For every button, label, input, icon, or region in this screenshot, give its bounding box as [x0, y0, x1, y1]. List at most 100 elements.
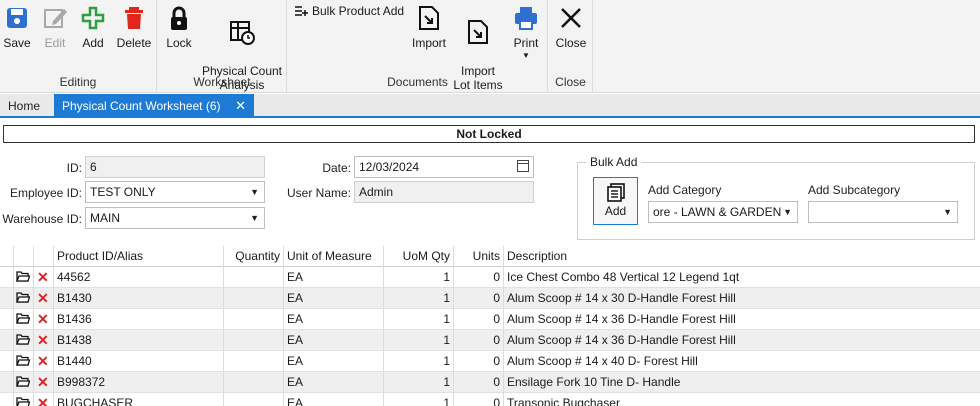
col-header-product[interactable]: Product ID/Alias	[54, 246, 224, 267]
table-row[interactable]: ✕ B998372 EA 1 0 Ensilage Fork 10 Tine D- Han…	[0, 372, 980, 393]
folder-open-icon[interactable]	[16, 313, 30, 324]
cell-uom-qty[interactable]: 1	[384, 288, 454, 309]
cell-uom[interactable]: EA	[284, 309, 384, 330]
tab-home[interactable]: Home	[0, 94, 50, 118]
table-row[interactable]: ✕ BUGCHASER EA 1 0 Transonic Bugchaser	[0, 393, 980, 406]
cell-uom-qty[interactable]: 1	[384, 267, 454, 288]
delete-button[interactable]: Delete	[114, 4, 154, 50]
col-header-uom[interactable]: Unit of Measure	[284, 246, 384, 267]
date-picker[interactable]: 12/03/2024	[354, 156, 534, 178]
cell-description[interactable]: Alum Scoop # 14 x 40 D- Forest Hill	[504, 351, 980, 372]
lock-icon	[171, 6, 187, 30]
cell-quantity[interactable]	[224, 288, 284, 309]
cell-product[interactable]: 44562	[54, 267, 224, 288]
col-header-units[interactable]: Units	[454, 246, 504, 267]
folder-open-icon[interactable]	[16, 376, 30, 387]
cell-quantity[interactable]	[224, 351, 284, 372]
add-button[interactable]: Add	[78, 4, 108, 50]
cell-quantity[interactable]	[224, 393, 284, 406]
table-row[interactable]: ✕ 44562 EA 1 0 Ice Chest Combo 48 Vertical 12…	[0, 267, 980, 288]
tab-physical-count-worksheet[interactable]: Physical Count Worksheet (6) ✕	[54, 94, 254, 118]
delete-row-icon[interactable]: ✕	[37, 309, 49, 330]
row-indicator[interactable]	[0, 330, 14, 351]
delete-row-icon[interactable]: ✕	[37, 288, 49, 309]
cell-uom[interactable]: EA	[284, 330, 384, 351]
cell-product[interactable]: B1440	[54, 351, 224, 372]
cell-quantity[interactable]	[224, 372, 284, 393]
bulk-add-button[interactable]: Add	[593, 177, 638, 225]
row-indicator[interactable]	[0, 288, 14, 309]
cell-units[interactable]: 0	[454, 372, 504, 393]
calendar-icon[interactable]	[517, 160, 529, 172]
cell-product[interactable]: B1436	[54, 309, 224, 330]
cell-units[interactable]: 0	[454, 288, 504, 309]
cell-description[interactable]: Alum Scoop # 14 x 36 D-Handle Forest Hil…	[504, 309, 980, 330]
row-indicator[interactable]	[0, 372, 14, 393]
table-clock-icon	[230, 21, 255, 45]
bulk-product-add-button[interactable]: Bulk Product Add	[294, 4, 404, 18]
printer-icon	[515, 7, 537, 30]
cell-product[interactable]: B1430	[54, 288, 224, 309]
cell-product[interactable]: BUGCHASER	[54, 393, 224, 406]
close-button[interactable]: Close	[553, 4, 589, 50]
cell-uom[interactable]: EA	[284, 288, 384, 309]
row-indicator[interactable]	[0, 393, 14, 406]
row-indicator[interactable]	[0, 309, 14, 330]
lock-button[interactable]: Lock	[164, 4, 194, 50]
cell-units[interactable]: 0	[454, 393, 504, 406]
table-row[interactable]: ✕ B1436 EA 1 0 Alum Scoop # 14 x 36 D-Handle …	[0, 309, 980, 330]
folder-open-icon[interactable]	[16, 334, 30, 345]
cell-uom-qty[interactable]: 1	[384, 309, 454, 330]
folder-open-icon[interactable]	[16, 292, 30, 303]
cell-uom-qty[interactable]: 1	[384, 351, 454, 372]
edit-button[interactable]: Edit	[40, 4, 70, 50]
cell-description[interactable]: Alum Scoop # 14 x 30 D-Handle Forest Hil…	[504, 288, 980, 309]
cell-description[interactable]: Ensilage Fork 10 Tine D- Handle	[504, 372, 980, 393]
cell-units[interactable]: 0	[454, 267, 504, 288]
save-button[interactable]: Save	[2, 4, 32, 50]
table-row[interactable]: ✕ B1430 EA 1 0 Alum Scoop # 14 x 30 D-Handle …	[0, 288, 980, 309]
print-button[interactable]: Print ▼	[508, 4, 544, 60]
cell-uom[interactable]: EA	[284, 351, 384, 372]
cell-description[interactable]: Ice Chest Combo 48 Vertical 12 Legend 1q…	[504, 267, 980, 288]
cell-uom-qty[interactable]: 1	[384, 330, 454, 351]
cell-units[interactable]: 0	[454, 351, 504, 372]
col-header-description[interactable]: Description	[504, 246, 980, 267]
delete-row-icon[interactable]: ✕	[37, 330, 49, 351]
delete-row-icon[interactable]: ✕	[37, 372, 49, 393]
cell-uom-qty[interactable]: 1	[384, 393, 454, 406]
warehouse-id-select[interactable]: MAIN ▼	[85, 207, 265, 229]
table-row[interactable]: ✕ B1440 EA 1 0 Alum Scoop # 14 x 40 D- Forest…	[0, 351, 980, 372]
cell-product[interactable]: B1438	[54, 330, 224, 351]
folder-open-icon[interactable]	[16, 397, 30, 406]
cell-product[interactable]: B998372	[54, 372, 224, 393]
row-indicator[interactable]	[0, 351, 14, 372]
delete-row-icon[interactable]: ✕	[37, 393, 49, 406]
delete-row-icon[interactable]: ✕	[37, 267, 49, 288]
cell-units[interactable]: 0	[454, 330, 504, 351]
tab-close-icon[interactable]: ✕	[235, 94, 246, 118]
import-button[interactable]: Import	[408, 4, 450, 50]
cell-quantity[interactable]	[224, 309, 284, 330]
folder-open-icon[interactable]	[16, 271, 30, 282]
cell-description[interactable]: Transonic Bugchaser	[504, 393, 980, 406]
worksheet-group: Lock Physical Count Analysis Worksheet	[158, 0, 287, 93]
table-row[interactable]: ✕ B1438 EA 1 0 Alum Scoop # 14 x 36 D-Handle …	[0, 330, 980, 351]
cell-quantity[interactable]	[224, 330, 284, 351]
col-header-quantity[interactable]: Quantity	[224, 246, 284, 267]
folder-open-icon[interactable]	[16, 355, 30, 366]
cell-units[interactable]: 0	[454, 309, 504, 330]
cell-uom[interactable]: EA	[284, 393, 384, 406]
row-indicator[interactable]	[0, 267, 14, 288]
add-category-select[interactable]: ore - LAWN & GARDEN ▼	[648, 201, 798, 223]
add-subcategory-select[interactable]: ▼	[808, 201, 958, 223]
cell-quantity[interactable]	[224, 267, 284, 288]
cell-uom[interactable]: EA	[284, 372, 384, 393]
cell-uom-qty[interactable]: 1	[384, 372, 454, 393]
col-header-uom-qty[interactable]: UoM Qty	[384, 246, 454, 267]
cell-description[interactable]: Alum Scoop # 14 x 36 D-Handle Forest Hil…	[504, 330, 980, 351]
employee-id-select[interactable]: TEST ONLY ▼	[85, 181, 265, 203]
user-name-label: User Name:	[286, 186, 351, 200]
delete-row-icon[interactable]: ✕	[37, 351, 49, 372]
cell-uom[interactable]: EA	[284, 267, 384, 288]
